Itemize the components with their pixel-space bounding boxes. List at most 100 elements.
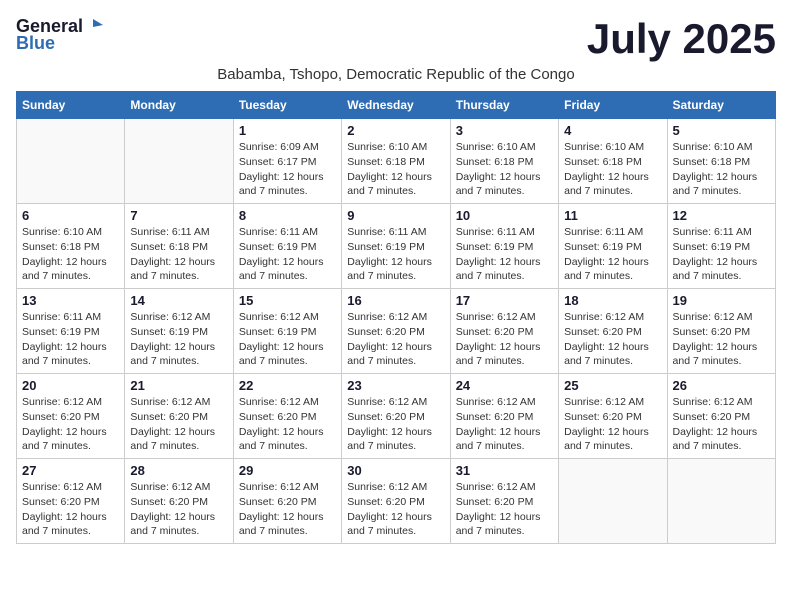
calendar-cell: 21 Sunrise: 6:12 AM Sunset: 6:20 PM Dayli… (125, 374, 233, 459)
calendar-cell: 8Sunrise: 6:11 AM Sunset: 6:19 PM Daylig… (233, 204, 341, 289)
calendar-header-friday: Friday (559, 92, 667, 119)
calendar-header-saturday: Saturday (667, 92, 775, 119)
day-info: Sunrise: 6:11 AM Sunset: 6:19 PM Dayligh… (673, 225, 770, 284)
calendar-header-sunday: Sunday (17, 92, 125, 119)
day-info: Sunrise: 6:10 AM Sunset: 6:18 PM Dayligh… (673, 140, 770, 199)
title-area: July 2025 (587, 16, 776, 62)
calendar-week-1: 1Sunrise: 6:09 AM Sunset: 6:17 PM Daylig… (17, 119, 776, 204)
logo-blue-text: Blue (16, 33, 55, 54)
day-info: Sunrise: 6:12 AM Sunset: 6:20 PM Dayligh… (564, 310, 661, 369)
day-number: 4 (564, 123, 661, 138)
day-info: Sunrise: 6:12 AM Sunset: 6:20 PM Dayligh… (456, 395, 553, 454)
day-number: 12 (673, 208, 770, 223)
calendar-cell: 10 Sunrise: 6:11 AM Sunset: 6:19 PM Dayli… (450, 204, 558, 289)
day-info: Sunrise: 6:12 AM Sunset: 6:20 PM Dayligh… (347, 395, 444, 454)
day-info: Sunrise: 6:12 AM Sunset: 6:20 PM Dayligh… (673, 395, 770, 454)
calendar-cell: 2 Sunrise: 6:10 AM Sunset: 6:18 PM Daylig… (342, 119, 450, 204)
day-number: 9 (347, 208, 444, 223)
day-number: 30 (347, 463, 444, 478)
calendar-cell: 14 Sunrise: 6:12 AM Sunset: 6:19 PM Dayli… (125, 289, 233, 374)
day-info: Sunrise: 6:12 AM Sunset: 6:20 PM Dayligh… (456, 310, 553, 369)
day-info: Sunrise: 6:10 AM Sunset: 6:18 PM Dayligh… (456, 140, 553, 199)
day-number: 11 (564, 208, 661, 223)
calendar-cell: 22 Sunrise: 6:12 AM Sunset: 6:20 PM Dayli… (233, 374, 341, 459)
day-number: 31 (456, 463, 553, 478)
day-number: 25 (564, 378, 661, 393)
calendar-cell: 29 Sunrise: 6:12 AM Sunset: 6:20 PM Dayli… (233, 459, 341, 544)
day-info: Sunrise: 6:12 AM Sunset: 6:20 PM Dayligh… (456, 480, 553, 539)
calendar-header-row: SundayMondayTuesdayWednesdayThursdayFrid… (17, 92, 776, 119)
calendar-cell: 9 Sunrise: 6:11 AM Sunset: 6:19 PM Daylig… (342, 204, 450, 289)
logo-bird-icon (85, 17, 103, 35)
day-number: 13 (22, 293, 119, 308)
calendar-week-4: 20 Sunrise: 6:12 AM Sunset: 6:20 PM Dayli… (17, 374, 776, 459)
calendar-header-monday: Monday (125, 92, 233, 119)
calendar-cell: 31 Sunrise: 6:12 AM Sunset: 6:20 PM Dayli… (450, 459, 558, 544)
day-info: Sunrise: 6:12 AM Sunset: 6:20 PM Dayligh… (673, 310, 770, 369)
calendar-week-5: 27 Sunrise: 6:12 AM Sunset: 6:20 PM Dayli… (17, 459, 776, 544)
day-number: 24 (456, 378, 553, 393)
day-number: 29 (239, 463, 336, 478)
calendar-cell: 24 Sunrise: 6:12 AM Sunset: 6:20 PM Dayli… (450, 374, 558, 459)
calendar-cell: 19 Sunrise: 6:12 AM Sunset: 6:20 PM Dayli… (667, 289, 775, 374)
calendar-cell: 1Sunrise: 6:09 AM Sunset: 6:17 PM Daylig… (233, 119, 341, 204)
day-info: Sunrise: 6:11 AM Sunset: 6:18 PM Dayligh… (130, 225, 227, 284)
day-number: 26 (673, 378, 770, 393)
calendar-table: SundayMondayTuesdayWednesdayThursdayFrid… (16, 91, 776, 544)
day-number: 5 (673, 123, 770, 138)
calendar-cell: 12 Sunrise: 6:11 AM Sunset: 6:19 PM Dayli… (667, 204, 775, 289)
day-info: Sunrise: 6:12 AM Sunset: 6:20 PM Dayligh… (239, 480, 336, 539)
calendar-cell: 16 Sunrise: 6:12 AM Sunset: 6:20 PM Dayli… (342, 289, 450, 374)
day-info: Sunrise: 6:11 AM Sunset: 6:19 PM Dayligh… (22, 310, 119, 369)
day-number: 27 (22, 463, 119, 478)
calendar-cell: 15Sunrise: 6:12 AM Sunset: 6:19 PM Dayli… (233, 289, 341, 374)
calendar-cell: 30 Sunrise: 6:12 AM Sunset: 6:20 PM Dayli… (342, 459, 450, 544)
day-info: Sunrise: 6:12 AM Sunset: 6:20 PM Dayligh… (22, 480, 119, 539)
day-info: Sunrise: 6:12 AM Sunset: 6:20 PM Dayligh… (347, 310, 444, 369)
day-info: Sunrise: 6:12 AM Sunset: 6:20 PM Dayligh… (564, 395, 661, 454)
calendar-cell: 18 Sunrise: 6:12 AM Sunset: 6:20 PM Dayli… (559, 289, 667, 374)
day-info: Sunrise: 6:11 AM Sunset: 6:19 PM Dayligh… (239, 225, 336, 284)
day-number: 3 (456, 123, 553, 138)
day-number: 10 (456, 208, 553, 223)
day-number: 18 (564, 293, 661, 308)
calendar-cell: 25 Sunrise: 6:12 AM Sunset: 6:20 PM Dayli… (559, 374, 667, 459)
day-info: Sunrise: 6:10 AM Sunset: 6:18 PM Dayligh… (347, 140, 444, 199)
calendar-cell: 28 Sunrise: 6:12 AM Sunset: 6:20 PM Dayli… (125, 459, 233, 544)
day-number: 1 (239, 123, 336, 138)
day-info: Sunrise: 6:12 AM Sunset: 6:20 PM Dayligh… (239, 395, 336, 454)
day-number: 28 (130, 463, 227, 478)
calendar-cell (17, 119, 125, 204)
day-info: Sunrise: 6:12 AM Sunset: 6:20 PM Dayligh… (22, 395, 119, 454)
month-year-title: July 2025 (587, 16, 776, 62)
day-number: 6 (22, 208, 119, 223)
day-info: Sunrise: 6:12 AM Sunset: 6:20 PM Dayligh… (130, 395, 227, 454)
calendar-cell: 3 Sunrise: 6:10 AM Sunset: 6:18 PM Daylig… (450, 119, 558, 204)
logo: General Blue (16, 16, 103, 54)
day-info: Sunrise: 6:12 AM Sunset: 6:19 PM Dayligh… (130, 310, 227, 369)
calendar-cell: 13 Sunrise: 6:11 AM Sunset: 6:19 PM Dayli… (17, 289, 125, 374)
day-info: Sunrise: 6:11 AM Sunset: 6:19 PM Dayligh… (456, 225, 553, 284)
day-number: 16 (347, 293, 444, 308)
day-number: 15 (239, 293, 336, 308)
day-info: Sunrise: 6:11 AM Sunset: 6:19 PM Dayligh… (347, 225, 444, 284)
day-info: Sunrise: 6:12 AM Sunset: 6:20 PM Dayligh… (347, 480, 444, 539)
location-subtitle: Babamba, Tshopo, Democratic Republic of … (16, 66, 776, 83)
page-header: General Blue July 2025 (16, 16, 776, 62)
calendar-cell (559, 459, 667, 544)
day-info: Sunrise: 6:12 AM Sunset: 6:20 PM Dayligh… (130, 480, 227, 539)
calendar-week-2: 6Sunrise: 6:10 AM Sunset: 6:18 PM Daylig… (17, 204, 776, 289)
day-info: Sunrise: 6:11 AM Sunset: 6:19 PM Dayligh… (564, 225, 661, 284)
day-number: 2 (347, 123, 444, 138)
calendar-cell: 7 Sunrise: 6:11 AM Sunset: 6:18 PM Daylig… (125, 204, 233, 289)
day-number: 20 (22, 378, 119, 393)
calendar-cell: 23Sunrise: 6:12 AM Sunset: 6:20 PM Dayli… (342, 374, 450, 459)
day-number: 21 (130, 378, 227, 393)
day-number: 14 (130, 293, 227, 308)
day-number: 22 (239, 378, 336, 393)
calendar-cell: 6Sunrise: 6:10 AM Sunset: 6:18 PM Daylig… (17, 204, 125, 289)
day-number: 7 (130, 208, 227, 223)
calendar-cell: 4Sunrise: 6:10 AM Sunset: 6:18 PM Daylig… (559, 119, 667, 204)
calendar-cell: 27 Sunrise: 6:12 AM Sunset: 6:20 PM Dayli… (17, 459, 125, 544)
day-number: 19 (673, 293, 770, 308)
